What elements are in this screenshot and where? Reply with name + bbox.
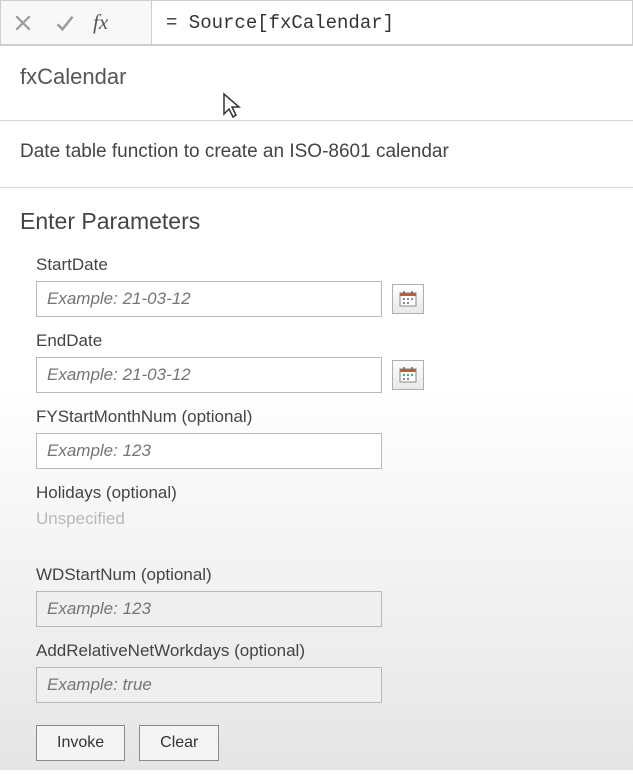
formula-bar: fx [0,0,633,46]
end-date-input[interactable] [36,357,382,393]
formula-input[interactable] [152,0,633,45]
formula-controls: fx [0,0,152,45]
param-wd-start: WDStartNum (optional) [36,565,613,627]
param-start-date: StartDate [36,255,613,317]
param-holidays: Holidays (optional) Unspecified [36,483,613,529]
param-label: Holidays (optional) [36,483,613,503]
function-name: fxCalendar [20,64,613,90]
button-row: Invoke Clear [36,725,613,761]
clear-button[interactable]: Clear [139,725,219,761]
divider [0,120,633,121]
param-label: WDStartNum (optional) [36,565,613,585]
param-label: FYStartMonthNum (optional) [36,407,613,427]
wd-start-input[interactable] [36,591,382,627]
date-picker-button[interactable] [392,360,424,390]
param-label: AddRelativeNetWorkdays (optional) [36,641,613,661]
param-fy-start: FYStartMonthNum (optional) [36,407,613,469]
param-label: StartDate [36,255,613,275]
parameters-group: StartDate [20,255,613,761]
divider [0,187,633,188]
param-label: EndDate [36,331,613,351]
fx-label: fx [93,10,108,35]
calendar-icon [399,366,417,384]
cancel-icon[interactable] [9,9,37,37]
section-title: Enter Parameters [20,208,613,235]
fy-start-input[interactable] [36,433,382,469]
date-picker-button[interactable] [392,284,424,314]
invoke-button[interactable]: Invoke [36,725,125,761]
calendar-icon [399,290,417,308]
function-description: Date table function to create an ISO-860… [20,141,613,163]
cursor-icon [222,92,244,120]
holidays-unspecified: Unspecified [36,509,613,529]
confirm-icon[interactable] [51,9,79,37]
rel-net-input[interactable] [36,667,382,703]
param-rel-net: AddRelativeNetWorkdays (optional) [36,641,613,703]
start-date-input[interactable] [36,281,382,317]
param-end-date: EndDate [36,331,613,393]
content-area: fxCalendar Date table function to create… [0,46,633,781]
